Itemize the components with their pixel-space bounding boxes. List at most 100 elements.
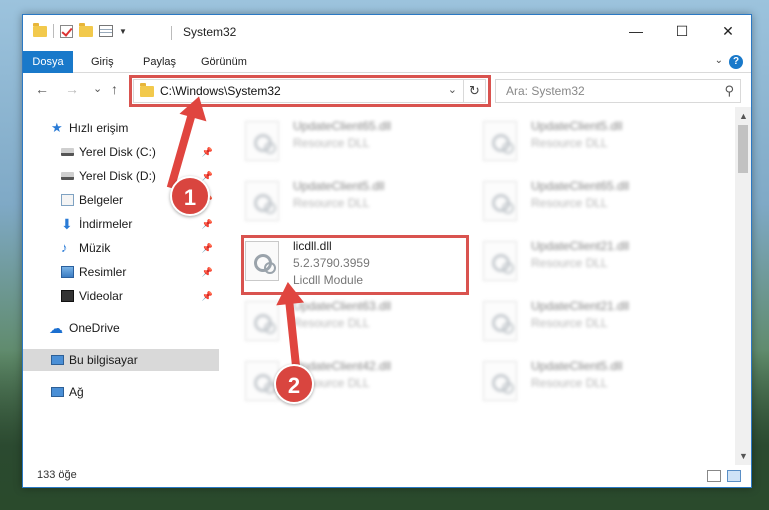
sidebar-item-label: Yerel Disk (C:)	[79, 145, 156, 159]
sidebar-item-label: Belgeler	[79, 193, 124, 207]
file-item[interactable]: UpdateClient65.dll Resource DLL	[483, 177, 703, 233]
pictures-icon	[61, 266, 74, 278]
sidebar-item-label: Bu bilgisayar	[69, 353, 138, 367]
file-item[interactable]: UpdateClient21.dll Resource DLL	[483, 237, 703, 293]
file-item[interactable]: UpdateClient5.dll Resource DLL	[245, 177, 465, 233]
file-name: UpdateClient21.dll	[531, 299, 630, 313]
scroll-up-icon[interactable]: ▲	[739, 111, 748, 121]
navigation-bar: ← → ⌄ ↑ C:\Windows\System32 ⌄ ↻ Ara: Sys…	[23, 73, 751, 107]
customize-toolbar-icon[interactable]: ▼	[119, 27, 127, 36]
file-name: UpdateClient5.dll	[531, 359, 623, 373]
dll-file-icon	[245, 181, 279, 221]
window-title: System32	[183, 25, 237, 39]
close-button[interactable]: ✕	[705, 15, 751, 47]
tiles-view-icon[interactable]	[727, 470, 741, 482]
quick-access-toolbar: ▼	[33, 22, 127, 38]
file-item[interactable]: UpdateClient63.dll Resource DLL	[245, 297, 465, 353]
callout-badge-1: 1	[170, 176, 210, 216]
pin-icon[interactable]: 📌	[202, 237, 213, 259]
pin-icon[interactable]: 📌	[202, 261, 213, 283]
expand-ribbon-icon[interactable]: ⌄	[715, 55, 723, 66]
onedrive-icon: ☁	[49, 320, 63, 336]
file-description: Resource DLL	[293, 196, 370, 210]
file-name: UpdateClient65.dll	[293, 119, 392, 133]
dll-file-icon	[483, 301, 517, 341]
file-item[interactable]: UpdateClient5.dll Resource DLL	[483, 357, 703, 413]
tab-home[interactable]: Giriş	[91, 51, 114, 73]
star-icon: ★	[51, 120, 63, 135]
sidebar-item-videos[interactable]: Videolar 📌	[23, 285, 219, 307]
file-explorer-window: ▼ System32 — ☐ ✕ Dosya Giriş Paylaş Görü…	[22, 14, 752, 488]
toolbar-separator	[53, 24, 54, 38]
sidebar-item-label: Yerel Disk (D:)	[79, 169, 156, 183]
file-description: Resource DLL	[531, 316, 608, 330]
title-separator	[171, 26, 172, 40]
details-view-icon[interactable]	[707, 470, 721, 482]
dll-file-icon	[245, 121, 279, 161]
sidebar-item-onedrive[interactable]: ☁ OneDrive	[23, 317, 219, 339]
scrollbar-thumb[interactable]	[738, 125, 748, 173]
new-folder-icon[interactable]	[79, 22, 93, 37]
disk-icon	[61, 172, 74, 180]
vertical-scrollbar[interactable]: ▲ ▼	[735, 107, 751, 465]
status-bar: 133 öğe	[23, 465, 751, 487]
tab-view[interactable]: Görünüm	[201, 51, 247, 73]
recent-locations-icon[interactable]: ⌄	[93, 82, 102, 95]
file-item[interactable]: UpdateClient21.dll Resource DLL	[483, 297, 703, 353]
tab-share[interactable]: Paylaş	[143, 51, 176, 73]
file-description: Resource DLL	[531, 196, 608, 210]
search-box[interactable]: Ara: System32 ⚲	[495, 79, 741, 103]
file-name: UpdateClient5.dll	[293, 179, 385, 193]
sidebar-item-label: Videolar	[79, 289, 123, 303]
search-icon[interactable]: ⚲	[724, 83, 734, 99]
sidebar-item-network[interactable]: Ağ	[23, 381, 219, 403]
scroll-down-icon[interactable]: ▼	[739, 451, 748, 461]
sidebar-item-disk-c[interactable]: Yerel Disk (C:) 📌	[23, 141, 219, 163]
file-name: UpdateClient21.dll	[531, 239, 630, 253]
sidebar-item-downloads[interactable]: ⬇ İndirmeler 📌	[23, 213, 219, 235]
pin-icon[interactable]: 📌	[202, 141, 213, 163]
file-description: Resource DLL	[531, 376, 608, 390]
file-description: Resource DLL	[293, 316, 370, 330]
videos-icon	[61, 290, 74, 302]
file-item[interactable]: UpdateClient65.dll Resource DLL	[245, 117, 465, 173]
dll-file-icon	[483, 241, 517, 281]
file-description: Resource DLL	[293, 136, 370, 150]
back-arrow-icon[interactable]: ←	[35, 81, 49, 97]
properties-icon[interactable]	[99, 25, 113, 37]
sidebar-item-label: Ağ	[69, 385, 84, 399]
sidebar-item-label: Hızlı erişim	[69, 121, 129, 135]
file-item[interactable]: UpdateClient5.dll Resource DLL	[483, 117, 703, 173]
sidebar-item-music[interactable]: ♪ Müzik 📌	[23, 237, 219, 259]
item-count: 133 öğe	[37, 469, 77, 481]
callout-arrowhead	[273, 280, 305, 306]
sidebar-item-label: Resimler	[79, 265, 127, 279]
sidebar-item-pictures[interactable]: Resimler 📌	[23, 261, 219, 283]
sidebar-item-this-pc[interactable]: Bu bilgisayar	[23, 349, 219, 371]
tab-file[interactable]: Dosya	[23, 51, 73, 73]
dll-file-icon	[483, 121, 517, 161]
help-icon[interactable]: ?	[729, 55, 743, 69]
pin-icon[interactable]: 📌	[202, 213, 213, 235]
sidebar-item-label: Müzik	[79, 241, 111, 255]
ribbon-tabs: Dosya Giriş Paylaş Görünüm ⌄ ?	[23, 51, 751, 73]
forward-arrow-icon[interactable]: →	[65, 81, 79, 97]
up-arrow-icon[interactable]: ↑	[111, 81, 118, 97]
downloads-icon: ⬇	[61, 216, 73, 232]
content-area: ★ Hızlı erişim Yerel Disk (C:) 📌 Yerel D…	[23, 107, 751, 465]
title-bar: ▼ System32 — ☐ ✕	[23, 15, 751, 51]
music-icon: ♪	[61, 240, 68, 255]
dll-file-icon	[483, 361, 517, 401]
computer-icon	[51, 355, 64, 365]
folder-icon[interactable]	[33, 22, 47, 37]
callout-badge-2: 2	[274, 364, 314, 404]
minimize-button[interactable]: —	[613, 15, 659, 47]
search-input[interactable]: Ara: System32	[506, 84, 585, 98]
file-name: UpdateClient5.dll	[531, 119, 623, 133]
pin-icon[interactable]: 📌	[202, 285, 213, 307]
sidebar-item-label: OneDrive	[69, 321, 120, 335]
disk-icon	[61, 148, 74, 156]
window-controls: — ☐ ✕	[613, 15, 751, 47]
checkmark-icon[interactable]	[60, 24, 73, 38]
maximize-button[interactable]: ☐	[659, 15, 705, 47]
